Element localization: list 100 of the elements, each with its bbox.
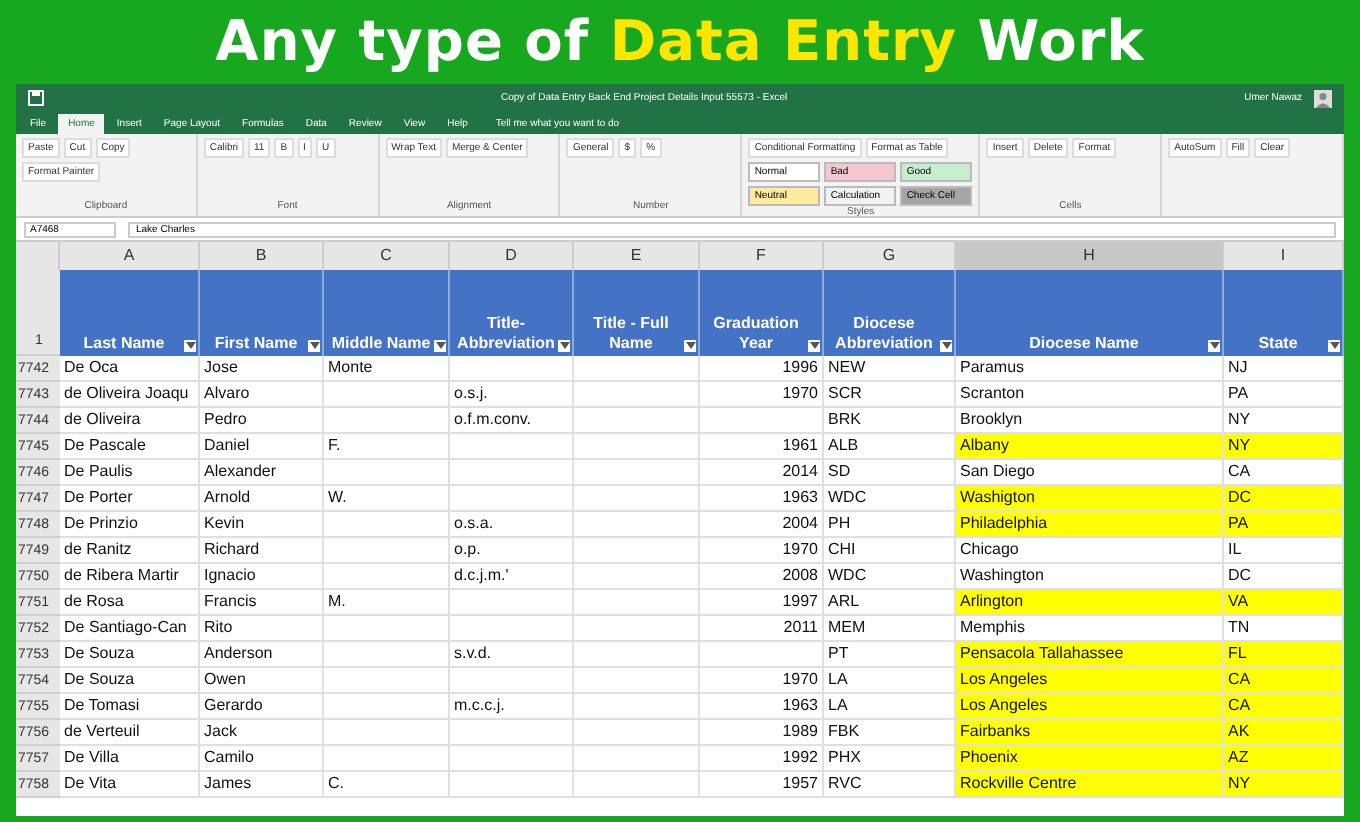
table-cell: SD bbox=[824, 460, 956, 486]
column-header[interactable]: G bbox=[824, 242, 956, 270]
column-header[interactable]: H bbox=[956, 242, 1224, 270]
column-header[interactable]: A bbox=[60, 242, 200, 270]
table-header: Title-Abbreviation bbox=[450, 270, 574, 356]
table-cell: Washigton bbox=[956, 486, 1224, 512]
filter-icon[interactable] bbox=[184, 340, 196, 352]
table-cell: Arlington bbox=[956, 590, 1224, 616]
table-cell: Albany bbox=[956, 434, 1224, 460]
filter-icon[interactable] bbox=[808, 340, 820, 352]
table-cell: De Porter bbox=[60, 486, 200, 512]
table-cell: Los Angeles bbox=[956, 668, 1224, 694]
table-cell: Monte bbox=[324, 356, 450, 382]
table-cell: M. bbox=[324, 590, 450, 616]
column-header[interactable]: I bbox=[1224, 242, 1344, 270]
table-header: Diocese Name bbox=[956, 270, 1224, 356]
table-header: Last Name bbox=[60, 270, 200, 356]
table-cell: De Prinzio bbox=[60, 512, 200, 538]
table-cell: 1957 bbox=[700, 772, 824, 798]
table-header: Graduation Year bbox=[700, 270, 824, 356]
column-header[interactable]: B bbox=[200, 242, 324, 270]
column-header[interactable]: E bbox=[574, 242, 700, 270]
table-cell: 2008 bbox=[700, 564, 824, 590]
table-cell: Camilo bbox=[200, 746, 324, 772]
filter-icon[interactable] bbox=[308, 340, 320, 352]
table-cell: 1961 bbox=[700, 434, 824, 460]
table-cell: VA bbox=[1224, 590, 1344, 616]
table-header: Diocese Abbreviation bbox=[824, 270, 956, 356]
filter-icon[interactable] bbox=[434, 340, 446, 352]
filter-icon[interactable] bbox=[558, 340, 570, 352]
table-cell: Rockville Centre bbox=[956, 772, 1224, 798]
table-cell bbox=[324, 694, 450, 720]
filter-icon[interactable] bbox=[1208, 340, 1220, 352]
table-cell bbox=[574, 512, 700, 538]
filter-icon[interactable] bbox=[684, 340, 696, 352]
table-cell bbox=[700, 408, 824, 434]
table-cell: NEW bbox=[824, 356, 956, 382]
table-cell bbox=[574, 460, 700, 486]
table-cell bbox=[450, 486, 574, 512]
table-cell: PA bbox=[1224, 382, 1344, 408]
table-cell: CA bbox=[1224, 668, 1344, 694]
table-header: First Name bbox=[200, 270, 324, 356]
table-cell bbox=[574, 772, 700, 798]
table-cell: Chicago bbox=[956, 538, 1224, 564]
table-cell: Paramus bbox=[956, 356, 1224, 382]
avatar-icon[interactable] bbox=[1314, 89, 1332, 107]
table-cell: NY bbox=[1224, 772, 1344, 798]
table-header: State bbox=[1224, 270, 1344, 356]
table-cell: 1970 bbox=[700, 382, 824, 408]
table-cell bbox=[574, 564, 700, 590]
table-cell bbox=[324, 564, 450, 590]
table-cell: Jose bbox=[200, 356, 324, 382]
table-cell: IL bbox=[1224, 538, 1344, 564]
table-cell bbox=[450, 590, 574, 616]
table-cell bbox=[450, 746, 574, 772]
table-cell: Rito bbox=[200, 616, 324, 642]
table-cell: NY bbox=[1224, 434, 1344, 460]
table-cell: AK bbox=[1224, 720, 1344, 746]
table-cell: C. bbox=[324, 772, 450, 798]
table-cell: De Souza bbox=[60, 668, 200, 694]
table-cell bbox=[324, 642, 450, 668]
filter-icon[interactable] bbox=[940, 340, 952, 352]
table-cell: BRK bbox=[824, 408, 956, 434]
table-cell bbox=[574, 720, 700, 746]
table-cell: Fairbanks bbox=[956, 720, 1224, 746]
table-cell bbox=[574, 434, 700, 460]
table-cell: Jack bbox=[200, 720, 324, 746]
table-cell bbox=[574, 616, 700, 642]
save-icon[interactable] bbox=[28, 90, 44, 106]
table-cell: De Oca bbox=[60, 356, 200, 382]
column-header[interactable]: C bbox=[324, 242, 450, 270]
table-cell: NJ bbox=[1224, 356, 1344, 382]
table-cell bbox=[574, 538, 700, 564]
filter-icon[interactable] bbox=[1328, 340, 1340, 352]
table-cell: AZ bbox=[1224, 746, 1344, 772]
table-cell: s.v.d. bbox=[450, 642, 574, 668]
table-cell: Scranton bbox=[956, 382, 1224, 408]
table-cell bbox=[450, 720, 574, 746]
table-cell: F. bbox=[324, 434, 450, 460]
table-cell: o.p. bbox=[450, 538, 574, 564]
column-header[interactable]: F bbox=[700, 242, 824, 270]
table-cell: Alexander bbox=[200, 460, 324, 486]
table-cell: CA bbox=[1224, 694, 1344, 720]
table-cell: MEM bbox=[824, 616, 956, 642]
table-cell: PA bbox=[1224, 512, 1344, 538]
table-cell bbox=[450, 460, 574, 486]
table-cell bbox=[450, 772, 574, 798]
table-cell: Gerardo bbox=[200, 694, 324, 720]
table-cell: James bbox=[200, 772, 324, 798]
table-cell: de Ribera Martir bbox=[60, 564, 200, 590]
table-cell: 1963 bbox=[700, 694, 824, 720]
table-cell: o.f.m.conv. bbox=[450, 408, 574, 434]
column-header[interactable]: D bbox=[450, 242, 574, 270]
table-cell: Owen bbox=[200, 668, 324, 694]
table-cell: Anderson bbox=[200, 642, 324, 668]
table-cell: Phoenix bbox=[956, 746, 1224, 772]
table-cell bbox=[574, 668, 700, 694]
table-cell bbox=[574, 356, 700, 382]
table-cell: Pensacola Tallahassee bbox=[956, 642, 1224, 668]
table-cell bbox=[574, 382, 700, 408]
